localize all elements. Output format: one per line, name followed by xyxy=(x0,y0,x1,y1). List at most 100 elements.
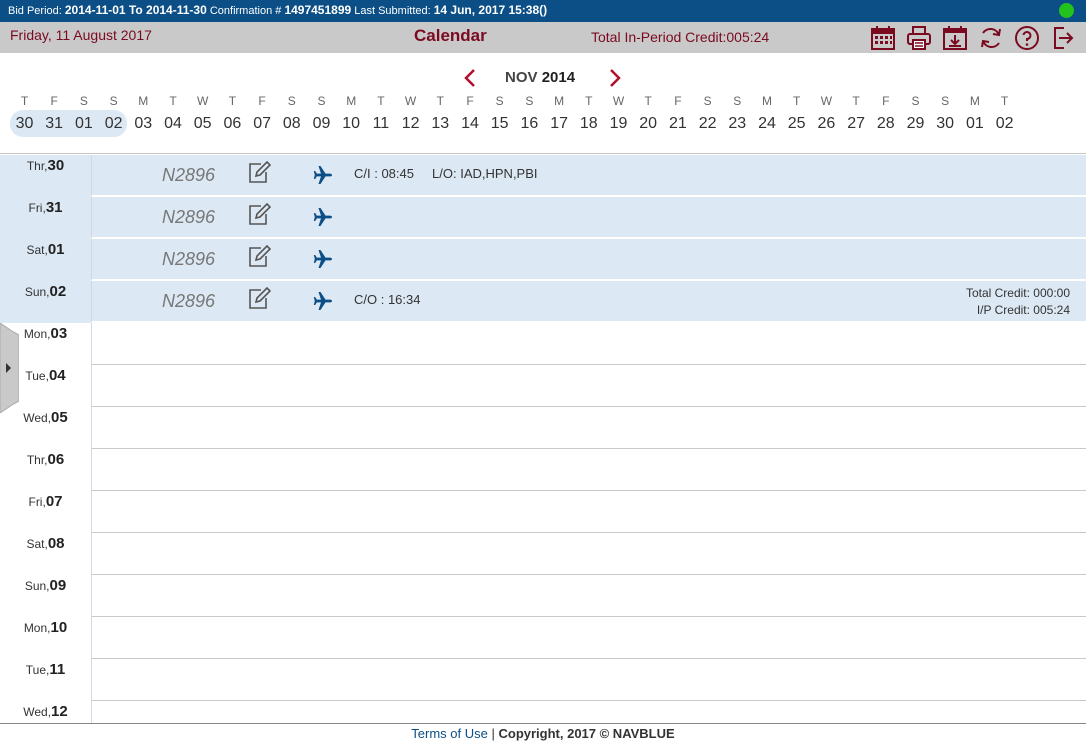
divider xyxy=(0,153,1086,154)
date-strip-day[interactable]: F 14 xyxy=(456,92,485,138)
download-icon[interactable] xyxy=(942,25,968,51)
calendar-row[interactable]: Sun,09 xyxy=(0,575,1086,617)
date-strip-daynum: 22 xyxy=(698,115,717,132)
date-strip-day[interactable]: T 06 xyxy=(218,92,247,138)
row-cell[interactable] xyxy=(91,533,1086,575)
date-strip-day[interactable]: T 02 xyxy=(990,92,1019,138)
date-strip-day[interactable]: S 09 xyxy=(307,92,336,138)
logout-icon[interactable] xyxy=(1050,25,1076,51)
row-cell[interactable] xyxy=(91,365,1086,407)
calendar-row[interactable]: Wed,05 xyxy=(0,407,1086,449)
calendar-row[interactable]: Sun,02 N2896 C/O : 16:34 Total Credit: 000:… xyxy=(0,281,1086,323)
flight-icon[interactable] xyxy=(313,165,333,185)
date-strip-day[interactable]: T 11 xyxy=(366,92,395,138)
date-strip-daynum: 25 xyxy=(787,115,806,132)
row-cell[interactable] xyxy=(91,491,1086,533)
date-strip-weekday: S xyxy=(495,94,504,108)
row-cell[interactable]: N2896 C/O : 16:34 Total Credit: 000:00 I/P … xyxy=(91,281,1086,323)
date-strip-weekday: S xyxy=(287,94,296,108)
row-daynum: 05 xyxy=(51,409,68,426)
date-strip-day[interactable]: M 01 xyxy=(960,92,989,138)
date-strip-daynum: 15 xyxy=(490,115,509,132)
date-strip-daynum: 02 xyxy=(995,115,1014,132)
date-strip-day[interactable]: S 01 xyxy=(69,92,98,138)
date-strip-day[interactable]: M 03 xyxy=(129,92,158,138)
date-strip-day[interactable]: S 15 xyxy=(485,92,514,138)
row-cell[interactable] xyxy=(91,323,1086,365)
calendar-row[interactable]: Wed,12 xyxy=(0,701,1086,723)
date-strip-day[interactable]: S 29 xyxy=(901,92,930,138)
date-strip-day[interactable]: T 27 xyxy=(842,92,871,138)
help-icon[interactable] xyxy=(1014,25,1040,51)
chevron-left-icon[interactable] xyxy=(460,66,480,90)
row-cell[interactable] xyxy=(91,617,1086,659)
calendar-row[interactable]: Mon,03 xyxy=(0,323,1086,365)
date-strip-day[interactable]: S 23 xyxy=(723,92,752,138)
calendar-row[interactable]: Fri,07 xyxy=(0,491,1086,533)
date-strip-day[interactable]: M 17 xyxy=(545,92,574,138)
refresh-icon[interactable] xyxy=(978,25,1004,51)
calendar-row[interactable]: Sat,08 xyxy=(0,533,1086,575)
row-cell[interactable] xyxy=(91,407,1086,449)
date-strip-day[interactable]: T 30 xyxy=(10,92,39,138)
row-cell[interactable]: N2896 C/I : 08:45 L/O: IAD,HPN,PBI xyxy=(91,155,1086,197)
date-strip-day[interactable]: F 28 xyxy=(871,92,900,138)
session-bar: Bid Period: 2014-11-01 To 2014-11-30 Con… xyxy=(0,0,1086,22)
date-strip-day[interactable]: T 13 xyxy=(426,92,455,138)
date-strip-day[interactable]: W 12 xyxy=(396,92,425,138)
edit-icon[interactable] xyxy=(247,203,271,227)
date-strip-day[interactable]: T 18 xyxy=(574,92,603,138)
date-strip-day[interactable]: M 10 xyxy=(337,92,366,138)
row-cell[interactable] xyxy=(91,701,1086,723)
date-strip-day[interactable]: T 04 xyxy=(159,92,188,138)
date-strip-day[interactable]: T 25 xyxy=(782,92,811,138)
calendar-icon[interactable] xyxy=(870,25,896,51)
side-panel-toggle[interactable] xyxy=(0,323,19,413)
row-cell[interactable] xyxy=(91,659,1086,701)
date-strip-day[interactable]: S 02 xyxy=(99,92,128,138)
print-icon[interactable] xyxy=(906,25,932,51)
edit-icon[interactable] xyxy=(247,161,271,185)
date-strip-daynum: 30 xyxy=(15,115,34,132)
date-strip-day[interactable]: F 21 xyxy=(663,92,692,138)
calendar-row[interactable]: Mon,10 xyxy=(0,617,1086,659)
row-cell[interactable] xyxy=(91,449,1086,491)
calendar-row[interactable]: Thr,06 xyxy=(0,449,1086,491)
date-strip-day[interactable]: M 24 xyxy=(753,92,782,138)
date-strip-day[interactable]: S 16 xyxy=(515,92,544,138)
row-cell[interactable]: N2896 xyxy=(91,197,1086,239)
edit-icon[interactable] xyxy=(247,245,271,269)
row-cell[interactable] xyxy=(91,575,1086,617)
trip-number[interactable]: N2896 xyxy=(162,291,215,312)
edit-icon[interactable] xyxy=(247,287,271,311)
flight-icon[interactable] xyxy=(313,207,333,227)
date-strip-day[interactable]: W 05 xyxy=(188,92,217,138)
date-strip-day[interactable]: W 26 xyxy=(812,92,841,138)
calendar-row[interactable]: Sat,01 N2896 xyxy=(0,239,1086,281)
date-strip-day[interactable]: S 22 xyxy=(693,92,722,138)
flight-icon[interactable] xyxy=(313,249,333,269)
date-strip-day[interactable]: T 20 xyxy=(634,92,663,138)
page-footer: Terms of Use | Copyright, 2017 © NAVBLUE xyxy=(0,723,1086,743)
trip-number[interactable]: N2896 xyxy=(162,249,215,270)
terms-link[interactable]: Terms of Use xyxy=(411,726,488,741)
date-strip-day[interactable]: W 19 xyxy=(604,92,633,138)
date-strip-weekday: W xyxy=(820,94,833,108)
calendar-row[interactable]: Fri,31 N2896 xyxy=(0,197,1086,239)
date-strip-day[interactable]: S 30 xyxy=(931,92,960,138)
calendar-row[interactable]: Tue,11 xyxy=(0,659,1086,701)
calendar-row[interactable]: Thr,30 N2896 C/I : 08:45 L/O: IAD,HPN,PBI xyxy=(0,155,1086,197)
trip-number[interactable]: N2896 xyxy=(162,165,215,186)
chevron-right-icon[interactable] xyxy=(605,66,625,90)
flight-icon[interactable] xyxy=(313,291,333,311)
date-strip-weekday: M xyxy=(138,94,149,108)
date-strip-daynum: 28 xyxy=(876,115,895,132)
date-strip-day[interactable]: F 31 xyxy=(40,92,69,138)
calendar-row[interactable]: Tue,04 xyxy=(0,365,1086,407)
ip-credit: I/P Credit: 005:24 xyxy=(976,303,1070,317)
row-cell[interactable]: N2896 xyxy=(91,239,1086,281)
date-strip-day[interactable]: F 07 xyxy=(248,92,277,138)
trip-number[interactable]: N2896 xyxy=(162,207,215,228)
date-strip-day[interactable]: S 08 xyxy=(277,92,306,138)
month-year-label: NOV 2014 xyxy=(505,69,575,86)
